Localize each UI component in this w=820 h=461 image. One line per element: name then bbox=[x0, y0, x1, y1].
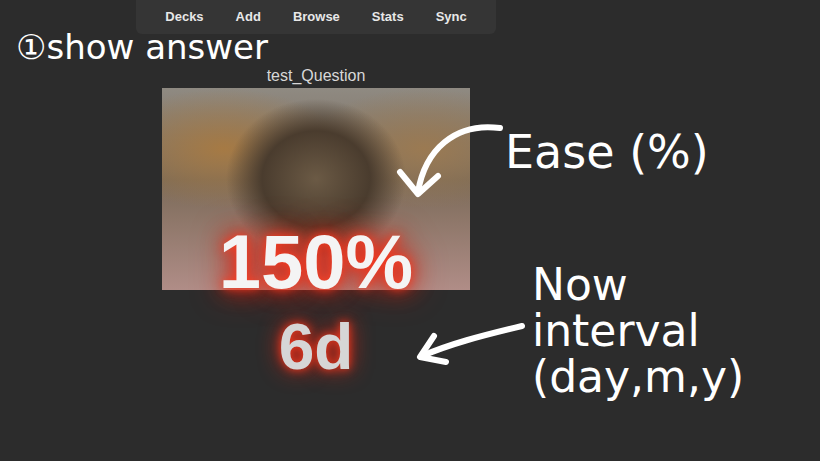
cat-photo: 150% bbox=[162, 88, 470, 290]
interval-arrowhead-icon bbox=[420, 336, 446, 362]
ease-label: 150% bbox=[162, 224, 470, 300]
interval-label: 6d bbox=[279, 312, 354, 382]
toolbar-item[interactable]: Browse bbox=[289, 1, 344, 33]
arrow-annotations bbox=[0, 0, 820, 461]
toolbar-item[interactable]: Decks bbox=[161, 1, 207, 33]
question-text: test_Question bbox=[267, 66, 366, 86]
handwritten-note: Now interval (day,m,y) bbox=[532, 262, 802, 401]
ease-arrow-icon bbox=[418, 127, 500, 192]
interval-arrow-icon bbox=[422, 326, 522, 356]
handwritten-note: ①show answer bbox=[16, 30, 268, 66]
review-screen: DecksAddBrowseStatsSynctest_Question150%… bbox=[0, 0, 820, 461]
ease-arrowhead-icon bbox=[400, 172, 438, 194]
toolbar-item[interactable]: Stats bbox=[368, 1, 408, 33]
handwritten-note: Ease (%) bbox=[505, 128, 709, 176]
toolbar-item[interactable]: Add bbox=[232, 1, 265, 33]
toolbar-item[interactable]: Sync bbox=[432, 1, 471, 33]
top-toolbar: Decks Add Browse Stats Sync bbox=[136, 0, 496, 34]
